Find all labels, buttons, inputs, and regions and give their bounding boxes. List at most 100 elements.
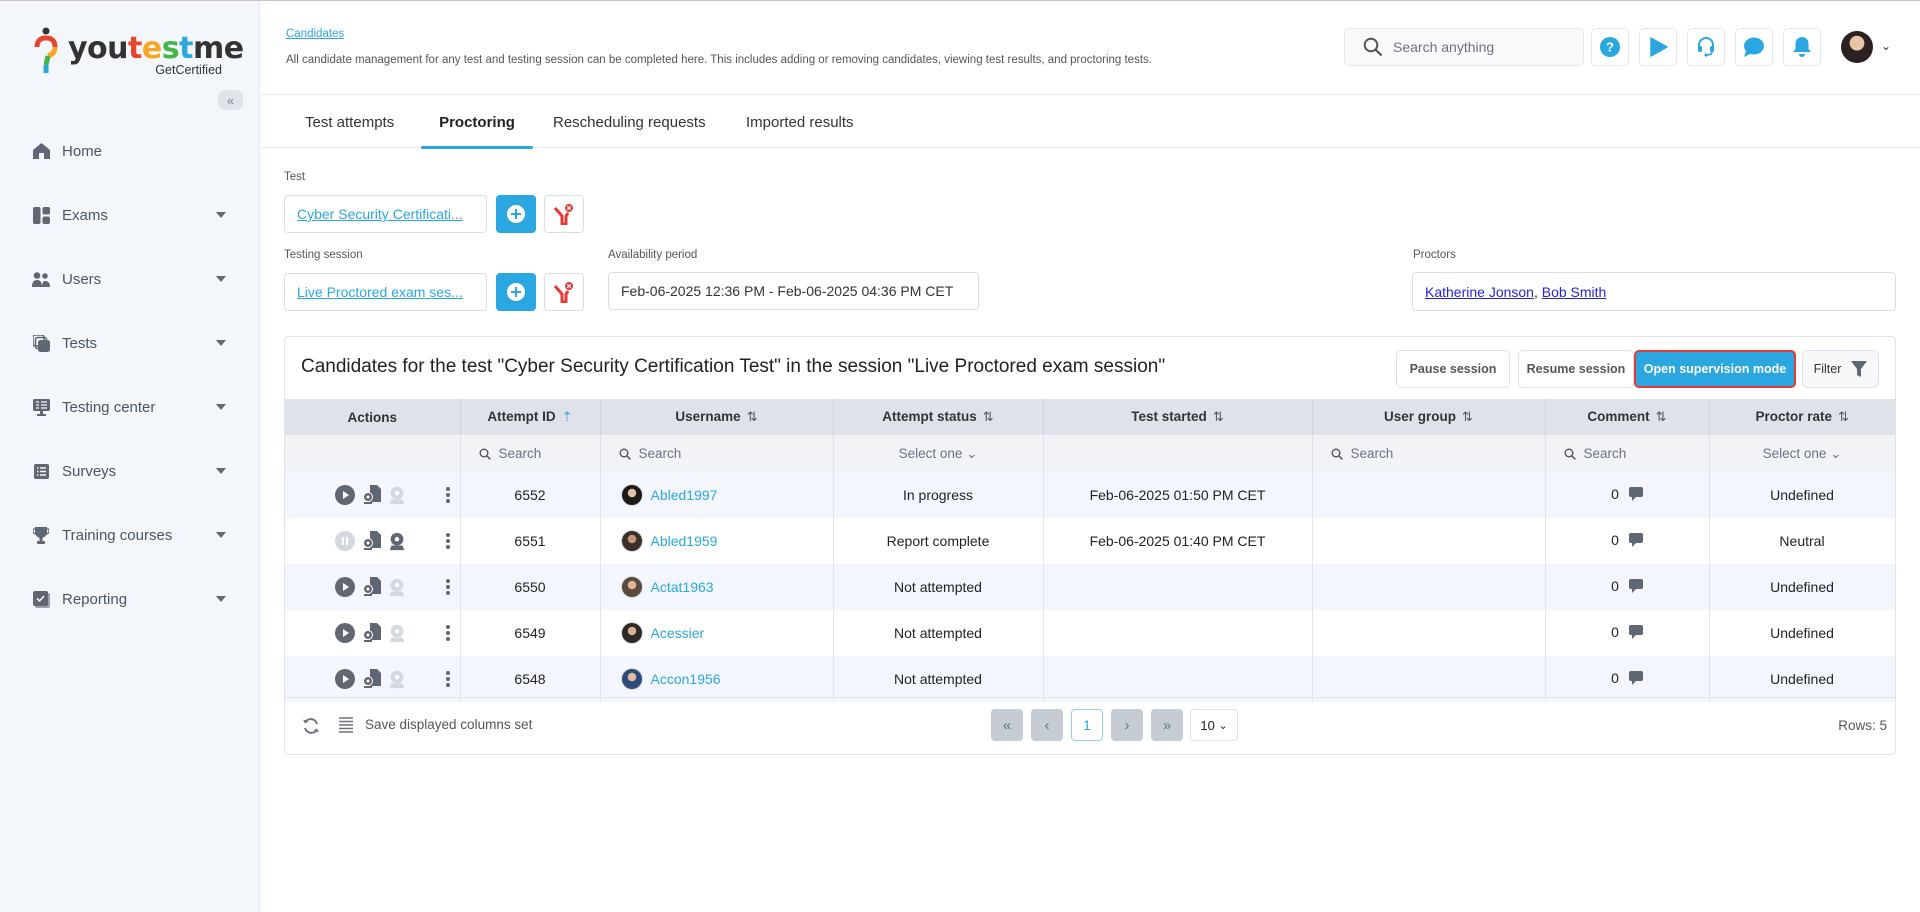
test-select-field[interactable]: Cyber Security Certificati... [284, 195, 487, 233]
logo[interactable]: youtestme GetCertified [34, 27, 244, 79]
username-link[interactable]: Abled1959 [651, 533, 718, 549]
sort-icon[interactable]: ⇅ [1213, 409, 1224, 424]
breadcrumb-candidates[interactable]: Candidates [286, 28, 344, 40]
tab-imported-results[interactable]: Imported results [738, 96, 862, 148]
comment-cell[interactable]: 0 [1545, 472, 1710, 518]
next-page-button[interactable]: › [1111, 709, 1143, 741]
column-header-attempt-status[interactable]: Attempt status ⇅ [833, 399, 1044, 435]
comment-cell[interactable]: 0 [1545, 564, 1710, 610]
comment-cell[interactable]: 0 [1545, 656, 1710, 702]
page-size-select[interactable]: 10 ⌄ [1190, 709, 1238, 741]
comment-icon[interactable] [1628, 670, 1643, 688]
user-group-filter[interactable]: Search [1312, 435, 1546, 472]
username-link[interactable]: Acessier [651, 625, 705, 641]
refresh-icon[interactable] [301, 716, 321, 736]
testing-session-select-field[interactable]: Live Proctored exam ses... [284, 273, 487, 311]
sidebar-item-tests[interactable]: Tests [0, 311, 260, 375]
chat-button[interactable] [1735, 28, 1773, 66]
more-actions-icon[interactable] [445, 532, 451, 550]
tab-test-attempts[interactable]: Test attempts [297, 96, 402, 148]
comment-icon[interactable] [1628, 624, 1643, 642]
sort-icon[interactable]: ⇅ [983, 409, 994, 424]
pause-session-button[interactable]: Pause session [1396, 350, 1510, 388]
select-test-button[interactable] [496, 195, 536, 233]
comment-icon[interactable] [1628, 578, 1643, 596]
play-attempt-icon[interactable] [335, 669, 355, 689]
more-actions-icon[interactable] [445, 486, 451, 504]
columns-list-icon[interactable] [339, 717, 353, 733]
filter-button[interactable]: Filter [1802, 350, 1879, 388]
username-link[interactable]: Abled1997 [651, 487, 718, 503]
username-link[interactable]: Actat1963 [651, 579, 714, 595]
sort-icon[interactable]: ⇅ [1656, 409, 1667, 424]
more-actions-icon[interactable] [445, 578, 451, 596]
play-attempt-icon[interactable] [335, 485, 355, 505]
open-supervision-mode-button[interactable]: Open supervision mode [1634, 350, 1796, 388]
previous-page-button[interactable]: ‹ [1031, 709, 1063, 741]
select-session-button[interactable] [496, 273, 536, 311]
collapse-sidebar-button[interactable]: « [218, 90, 243, 110]
funnel-icon [1851, 361, 1868, 377]
attempt-status-filter[interactable]: Select one ⌄ [833, 435, 1044, 472]
column-header-username[interactable]: Username ⇅ [600, 399, 834, 435]
column-header-user-group[interactable]: User group ⇅ [1312, 399, 1546, 435]
comment-cell[interactable]: 0 [1545, 610, 1710, 656]
proctoring-report-icon[interactable] [361, 531, 381, 551]
column-header-proctor-rate[interactable]: Proctor rate ⇅ [1709, 399, 1895, 435]
sort-icon[interactable]: ⇅ [747, 409, 758, 424]
clear-session-button[interactable] [544, 273, 584, 311]
play-attempt-icon[interactable] [335, 623, 355, 643]
sidebar-item-testing-center[interactable]: Testing center [0, 375, 260, 439]
more-actions-icon[interactable] [445, 670, 451, 688]
column-header-attempt-id[interactable]: Attempt ID ⇡ [460, 399, 601, 435]
proctoring-report-icon[interactable] [361, 669, 381, 689]
sidebar-item-exams[interactable]: Exams [0, 183, 260, 247]
sort-icon[interactable]: ⇅ [1462, 409, 1473, 424]
column-header-comment[interactable]: Comment ⇅ [1545, 399, 1710, 435]
sidebar-item-home[interactable]: Home [0, 119, 260, 183]
support-button[interactable] [1687, 28, 1725, 66]
username-filter[interactable]: Search [600, 435, 834, 472]
sidebar-item-reporting[interactable]: Reporting [0, 567, 260, 631]
username-link[interactable]: Accon1956 [651, 671, 721, 687]
user-avatar[interactable] [1841, 31, 1873, 63]
column-header-test-started[interactable]: Test started ⇅ [1043, 399, 1313, 435]
proctor-link[interactable]: Katherine Jonson [1425, 284, 1534, 300]
comment-icon[interactable] [1628, 486, 1643, 504]
proctoring-report-icon[interactable] [361, 485, 381, 505]
proctoring-report-icon[interactable] [361, 577, 381, 597]
sort-icon[interactable]: ⇅ [1838, 409, 1849, 424]
comment-filter[interactable]: Search [1545, 435, 1710, 472]
sidebar-item-users[interactable]: Users [0, 247, 260, 311]
help-button[interactable]: ? [1591, 28, 1629, 66]
sort-ascending-icon[interactable]: ⇡ [562, 409, 573, 424]
candidates-panel: Candidates for the test "Cyber Security … [284, 336, 1896, 755]
more-actions-icon[interactable] [445, 624, 451, 642]
save-columns-set-link[interactable]: Save displayed columns set [365, 717, 532, 732]
clear-test-button[interactable] [544, 195, 584, 233]
chevron-down-icon: ⌄ [1830, 445, 1842, 461]
play-attempt-icon[interactable] [335, 577, 355, 597]
actions-cell [285, 472, 461, 518]
notifications-button[interactable] [1783, 28, 1821, 66]
first-page-button[interactable]: « [991, 709, 1023, 741]
user-menu-chevron-icon[interactable]: ⌄ [1881, 39, 1891, 53]
sidebar-item-training-courses[interactable]: Training courses [0, 503, 260, 567]
play-tour-button[interactable] [1639, 28, 1677, 66]
webcam-icon[interactable] [387, 531, 407, 551]
resume-session-button[interactable]: Resume session [1518, 350, 1634, 388]
last-page-button[interactable]: » [1151, 709, 1183, 741]
page-button-current[interactable]: 1 [1071, 709, 1103, 741]
proctor-link[interactable]: Bob Smith [1542, 284, 1607, 300]
sidebar-item-surveys[interactable]: Surveys [0, 439, 260, 503]
proctoring-report-icon[interactable] [361, 623, 381, 643]
table-row: 6550 Actat1963 Not attempted 0 Undefined [285, 564, 1896, 610]
attempt-id-filter[interactable]: Search [460, 435, 601, 472]
tab-proctoring[interactable]: Proctoring [421, 96, 533, 149]
test-started-cell [1043, 564, 1313, 610]
proctor-rate-filter[interactable]: Select one ⌄ [1709, 435, 1896, 472]
comment-icon[interactable] [1628, 532, 1643, 550]
tab-rescheduling-requests[interactable]: Rescheduling requests [545, 96, 714, 148]
comment-cell[interactable]: 0 [1545, 518, 1710, 564]
global-search-input[interactable]: Search anything [1344, 28, 1584, 66]
